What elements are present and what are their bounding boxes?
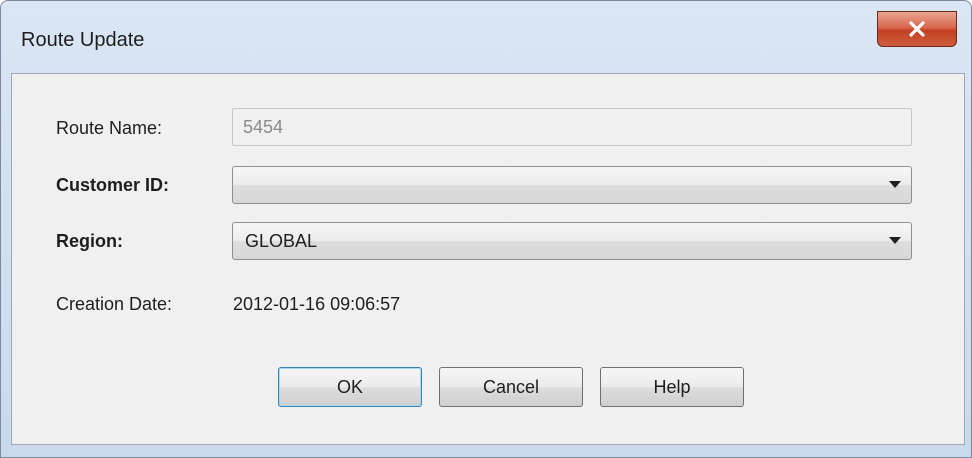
chevron-down-icon [889,237,901,244]
customer-id-label: Customer ID: [56,175,170,195]
route-name-label: Route Name: [56,118,163,138]
window-title: Route Update [21,29,145,51]
chevron-down-icon [889,181,901,188]
region-label: Region: [56,231,123,251]
creation-date-value: 2012-01-16 09:06:57 [233,294,401,314]
route-name-field: 5454 [232,108,912,146]
route-update-dialog: Route Update Route Name: 5454 Customer I… [0,0,972,458]
cancel-button[interactable]: Cancel [439,367,583,407]
ok-button[interactable]: OK [278,367,422,407]
region-value: GLOBAL [245,231,318,251]
close-button[interactable] [877,11,957,47]
title-bar[interactable]: Route Update [1,1,971,73]
dialog-body: Route Name: 5454 Customer ID: Region: GL… [11,73,965,445]
help-button[interactable]: Help [600,367,744,407]
creation-date-label: Creation Date: [56,294,173,314]
close-icon [909,21,925,37]
region-dropdown[interactable]: GLOBAL [232,222,912,260]
customer-id-dropdown[interactable] [232,166,912,204]
